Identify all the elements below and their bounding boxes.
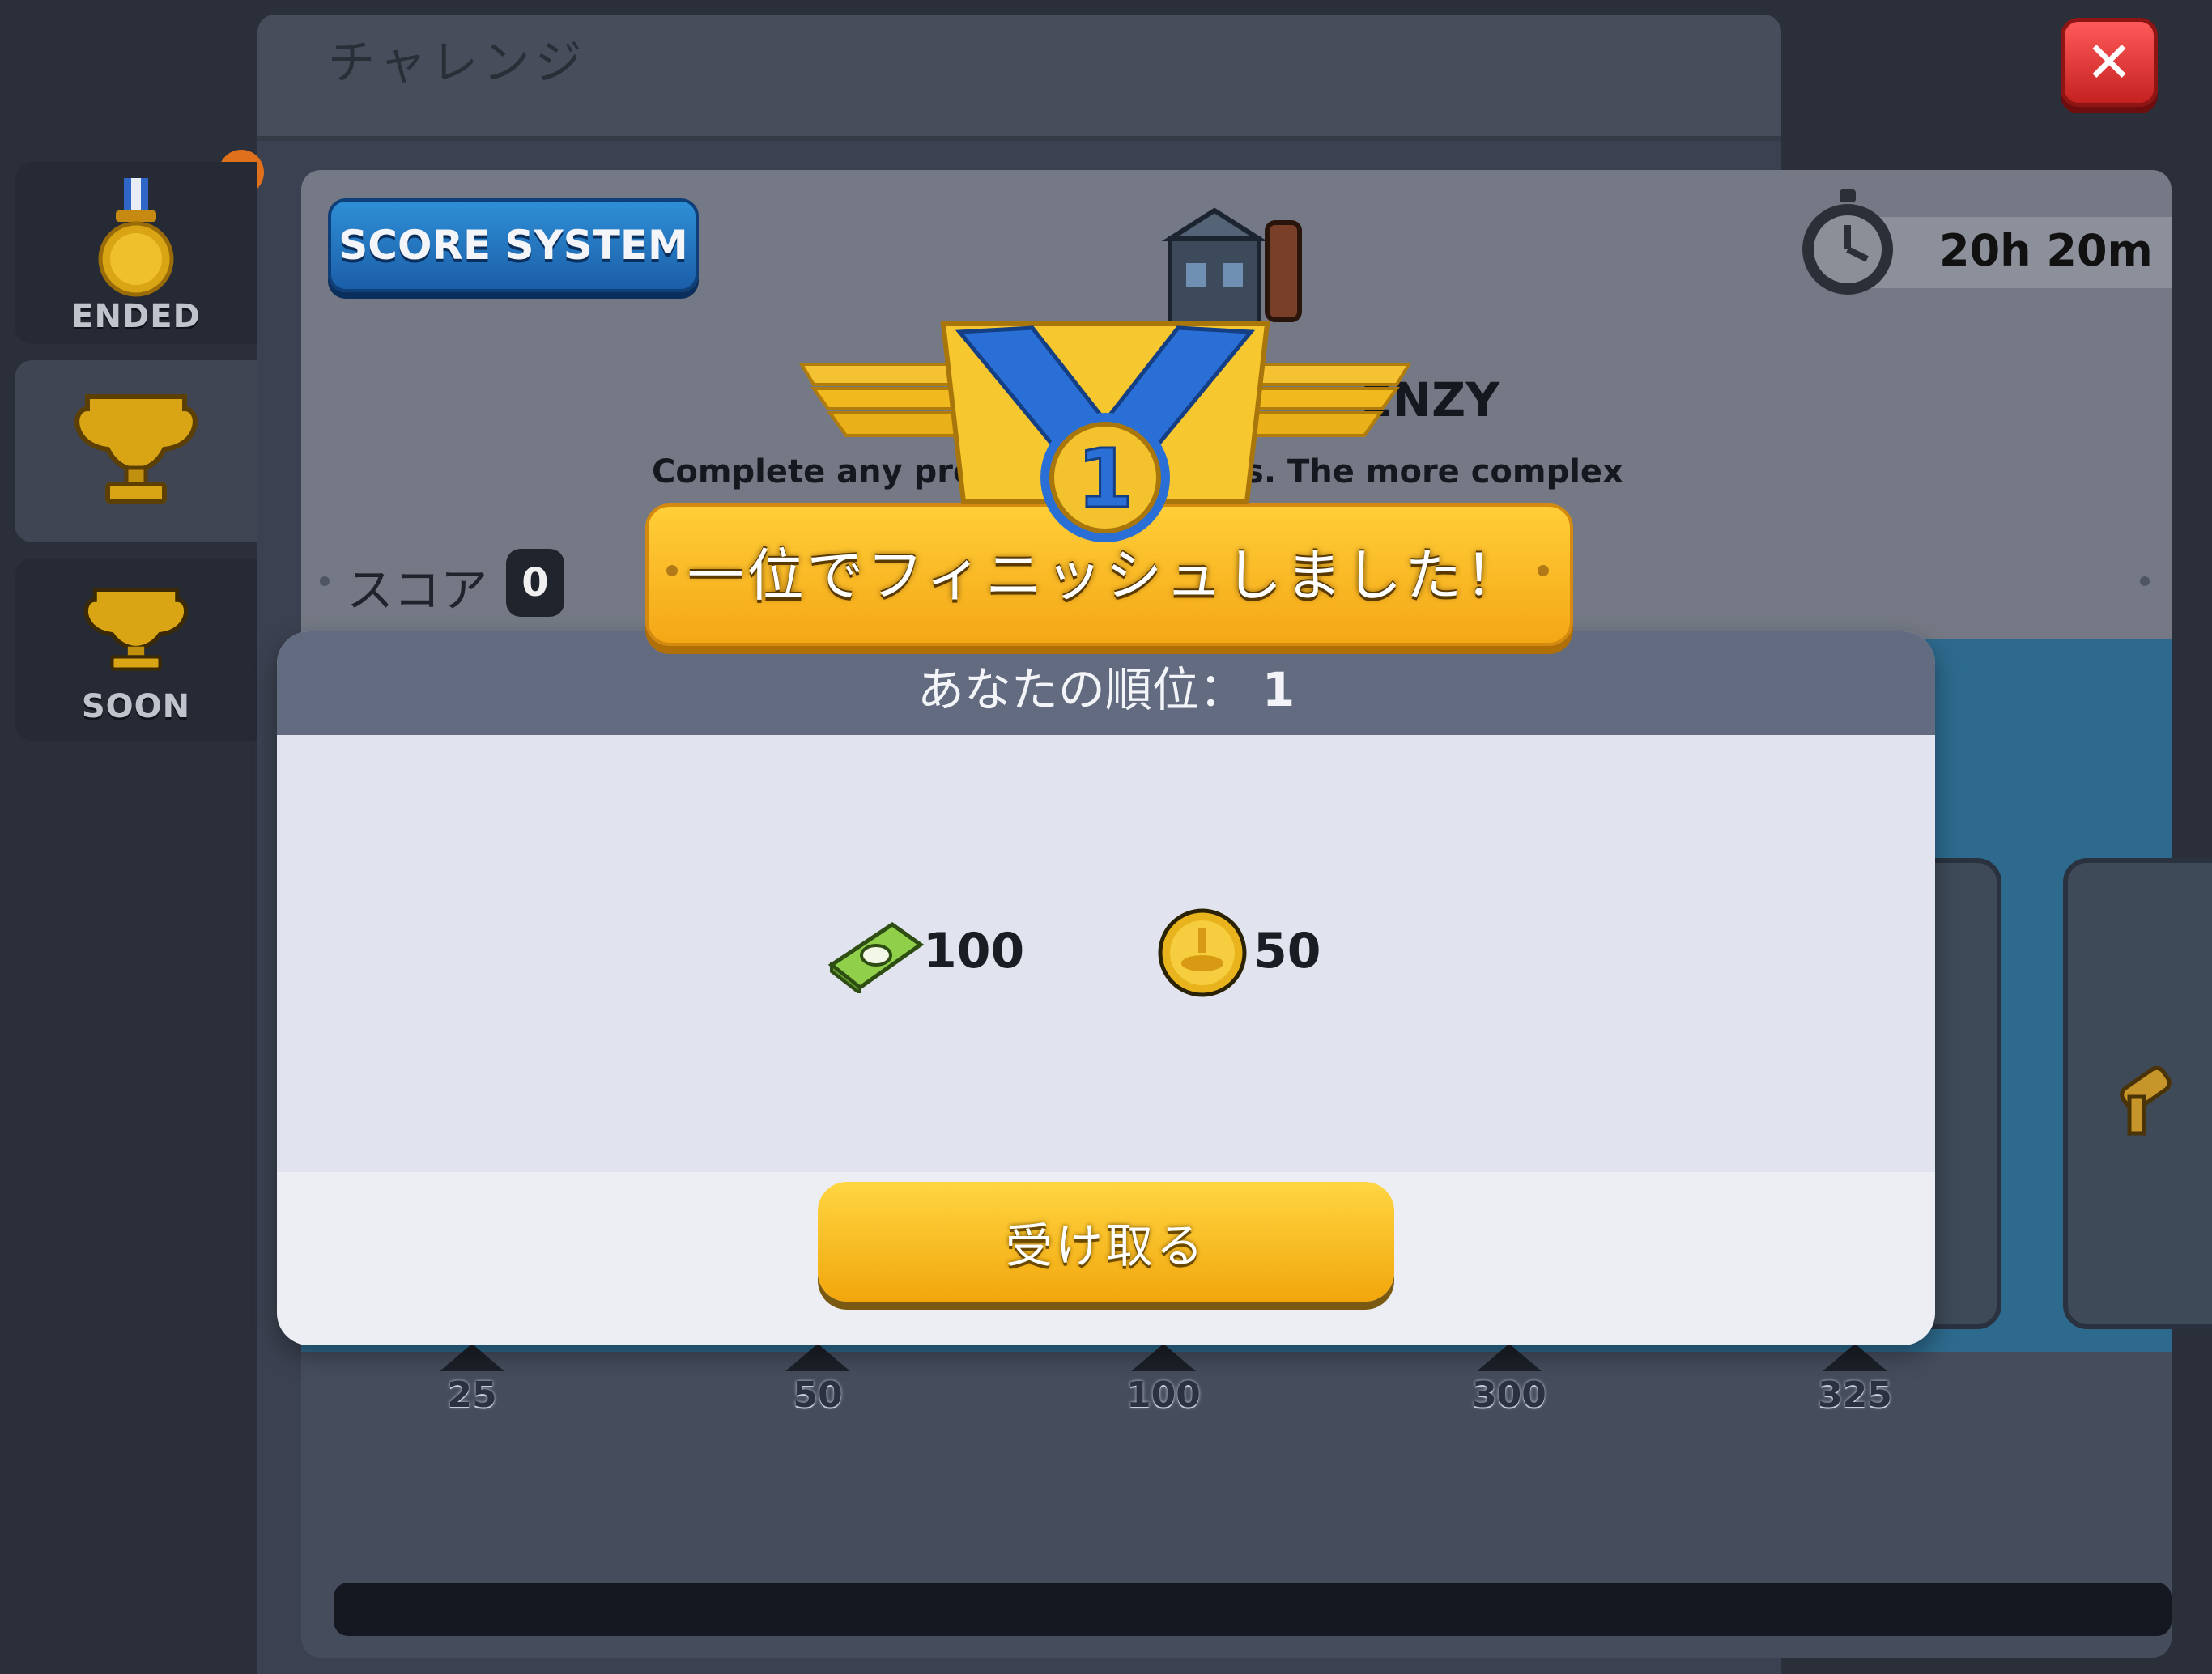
coin-icon	[1158, 908, 1247, 997]
milestone-arrow-icon	[785, 1344, 850, 1371]
panel-rivet	[320, 576, 330, 586]
close-icon: ✕	[2085, 29, 2133, 96]
tab-soon-label: SOON	[81, 688, 191, 725]
milestone-arrow-icon	[1477, 1344, 1542, 1371]
rank-value: 1	[1261, 662, 1295, 717]
milestone-label: 25	[447, 1374, 497, 1416]
score-value: 0	[521, 560, 549, 605]
tab-current[interactable]	[15, 360, 257, 542]
milestone-label: 50	[793, 1374, 843, 1416]
milestone-arrow-icon	[1823, 1344, 1887, 1371]
trophy-icon	[83, 587, 189, 671]
rank-label: あなたの順位：	[917, 662, 1246, 717]
milestone-marker: 300	[1461, 1344, 1558, 1416]
close-button[interactable]: ✕	[2061, 18, 2158, 107]
timer-text: 20h 20m	[1939, 225, 2153, 276]
first-place-medal-icon: 1	[798, 321, 1412, 542]
milestone-marker: 325	[1806, 1344, 1904, 1416]
window-title: チャレンジ	[328, 35, 587, 90]
progress-track	[334, 1583, 2172, 1636]
milestone-arrow-icon	[1131, 1344, 1196, 1371]
milestone-marker: 100	[1115, 1344, 1212, 1416]
rewards-area	[277, 735, 1935, 1172]
score-system-button[interactable]: SCORE SYSTEM	[328, 198, 699, 292]
cash-icon	[827, 921, 925, 993]
milestone-marker: 25	[423, 1344, 521, 1416]
medal-number: 1	[1077, 431, 1134, 526]
tab-ended-label: ENDED	[71, 298, 201, 335]
stopwatch-icon	[1802, 189, 1893, 295]
milestone-arrow-icon	[440, 1344, 504, 1371]
score-system-label: SCORE SYSTEM	[338, 222, 688, 269]
claim-button[interactable]: 受け取る	[818, 1182, 1394, 1302]
tab-soon[interactable]: SOON	[15, 559, 257, 741]
claim-button-label: 受け取る	[1005, 1218, 1206, 1273]
milestone-marker: 50	[769, 1344, 866, 1416]
medal-icon	[98, 178, 174, 297]
reward-coin-amount: 50	[1253, 923, 1321, 979]
panel-rivet	[2140, 576, 2150, 586]
score-label: スコア	[347, 563, 488, 618]
milestone-label: 300	[1472, 1374, 1546, 1416]
key-icon	[2120, 1065, 2172, 1136]
trophy-icon	[74, 394, 198, 504]
reward-cash-amount: 100	[923, 923, 1025, 979]
tab-ended[interactable]: ENDED	[15, 162, 257, 344]
rank-text: あなたの順位： 1	[277, 652, 1935, 720]
milestone-label: 100	[1126, 1374, 1201, 1416]
milestone-label: 325	[1818, 1374, 1892, 1416]
score-badge: 0	[506, 549, 564, 617]
